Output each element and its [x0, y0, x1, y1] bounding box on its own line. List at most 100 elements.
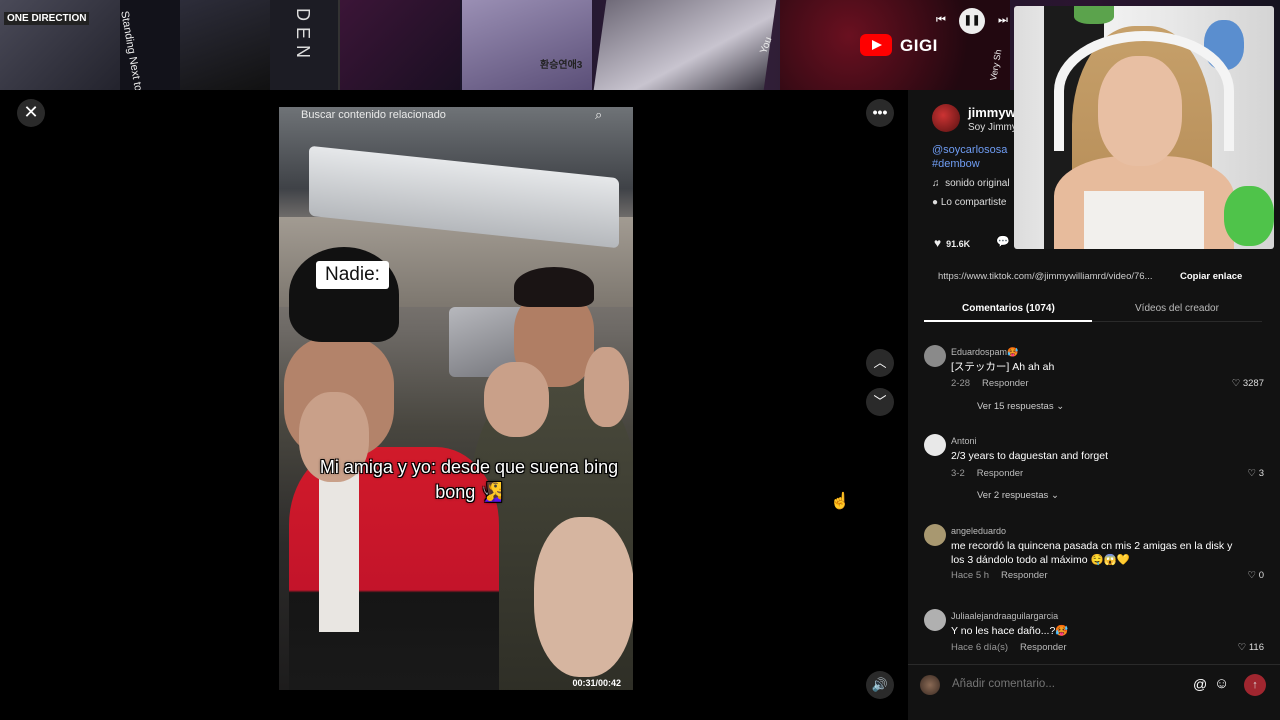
description-hashtag-link[interactable]: #dembow — [932, 158, 980, 170]
current-user-avatar — [920, 675, 940, 695]
hand — [484, 362, 549, 437]
previous-video-button[interactable]: ︿ — [866, 349, 894, 377]
webcam-top — [1084, 191, 1204, 249]
album-art-tile — [462, 0, 592, 90]
comment-meta: Hace 5 h Responder — [951, 570, 1048, 581]
description-mention-link[interactable]: @soycarlososa — [932, 144, 1007, 156]
pause-icon: ❚❚ — [959, 8, 985, 34]
comment-avatar[interactable] — [924, 345, 946, 367]
webcam-plant — [1074, 6, 1114, 24]
comment-username[interactable]: Juliaalejandraaguilargarcia — [951, 611, 1058, 621]
chevron-down-icon: ⌄ — [1050, 490, 1059, 501]
hair — [514, 267, 594, 307]
comment-avatar[interactable] — [924, 434, 946, 456]
music-row[interactable]: ♫ sonido original — [932, 178, 1010, 189]
author-subtitle: Soy Jimmy — [968, 122, 1017, 133]
streamer-webcam — [1014, 6, 1274, 249]
video-caption: Mi amiga y yo: desde que suena bing bong… — [319, 457, 619, 502]
at-icon[interactable]: @ — [1193, 676, 1207, 692]
comment-username[interactable]: Antoni — [951, 436, 977, 446]
author-avatar[interactable] — [932, 104, 960, 132]
mouse-cursor-icon: ☝ — [830, 493, 850, 510]
channel-name: GIGI — [900, 36, 938, 55]
view-replies-label: Ver 15 respuestas — [977, 401, 1054, 412]
close-button[interactable]: ✕ — [17, 99, 45, 127]
comment-username[interactable]: angeleduardo — [951, 526, 1006, 536]
send-button[interactable]: ↑ — [1244, 674, 1266, 696]
panel-tabs: Comentarios (1074) Vídeos del creador — [924, 300, 1262, 322]
comment-date: Hace 5 h — [951, 570, 990, 581]
next-video-button[interactable]: ﹀ — [866, 388, 894, 416]
emoji-icon[interactable]: ☺ — [1214, 675, 1229, 692]
author-name[interactable]: jimmyw — [968, 105, 1016, 120]
comment-like-count: 3 — [1258, 468, 1264, 479]
more-icon: ••• — [872, 104, 888, 120]
comment-like-count: 3287 — [1242, 378, 1264, 389]
comment-date: Hace 6 día(s) — [951, 642, 1009, 653]
album-art-tile — [340, 0, 460, 90]
comment-text: 2/3 years to daguestan and forget — [951, 450, 1109, 462]
like-button[interactable]: ♥ 91.6K — [934, 236, 970, 250]
banner-text: DEN — [293, 8, 313, 65]
banner-text: ONE DIRECTION — [4, 12, 90, 25]
comment-date: 3-2 — [951, 468, 965, 479]
chevron-down-icon: ﹀ — [873, 394, 887, 409]
search-icon[interactable]: ⌕ — [595, 107, 602, 123]
video-player[interactable]: Buscar contenido relacionado ⌕ Nadie: Mi… — [279, 107, 633, 690]
shared-avatar-icon: ● — [932, 197, 939, 208]
comment-username[interactable]: Eduardospam🥵 — [951, 347, 1018, 358]
comment-like-count: 116 — [1248, 642, 1264, 653]
tab-comments[interactable]: Comentarios (1074) — [962, 303, 1055, 314]
heart-icon: ♥ — [934, 236, 942, 250]
view-replies-button[interactable]: Ver 2 respuestas ⌄ — [977, 490, 1059, 501]
banner-text: 환승연애3 — [540, 60, 583, 71]
reply-button[interactable]: Responder — [977, 468, 1023, 479]
reply-button[interactable]: Responder — [1020, 642, 1066, 653]
comment-like-button[interactable]: ♡ 3 — [1248, 468, 1264, 479]
close-icon: ✕ — [23, 102, 39, 122]
album-art-tile — [593, 0, 777, 90]
view-replies-label: Ver 2 respuestas — [977, 490, 1049, 501]
hand — [584, 347, 629, 427]
webcam-plush — [1224, 186, 1274, 246]
volume-icon: 🔊 — [871, 677, 889, 692]
comment-meta: 3-2 Responder — [951, 468, 1023, 479]
heart-outline-icon: ♡ — [1247, 468, 1257, 479]
comment-avatar[interactable] — [924, 524, 946, 546]
comment-bar: @ ☺ ↑ — [908, 664, 1280, 708]
music-note-icon: ♫ — [932, 178, 940, 189]
chevron-down-icon: ⌄ — [1056, 401, 1065, 412]
comment-input[interactable] — [952, 678, 1182, 690]
copy-link-button[interactable]: Copiar enlace — [1180, 271, 1242, 282]
view-replies-button[interactable]: Ver 15 respuestas ⌄ — [977, 401, 1064, 412]
music-label: sonido original — [945, 178, 1010, 189]
comment-like-button[interactable]: ♡ 0 — [1248, 570, 1264, 581]
more-options-button[interactable]: ••• — [866, 99, 894, 127]
heart-outline-icon: ♡ — [1247, 570, 1257, 581]
comment-icon[interactable]: 💬 — [996, 235, 1010, 248]
heart-outline-icon: ♡ — [1231, 378, 1241, 389]
video-overlay-label: Nadie: — [316, 261, 389, 289]
comment-like-button[interactable]: ♡ 3287 — [1232, 378, 1264, 389]
next-track-icon: ⏭ — [998, 14, 1008, 26]
share-url: https://www.tiktok.com/@jimmywilliamrd/v… — [938, 271, 1153, 282]
comment-like-button[interactable]: ♡ 116 — [1238, 642, 1264, 653]
related-search-input[interactable]: Buscar contenido relacionado — [301, 107, 446, 122]
heart-outline-icon: ♡ — [1237, 642, 1247, 653]
volume-button[interactable]: 🔊 — [866, 671, 894, 699]
youtube-logo-icon — [860, 34, 892, 56]
shared-label: Lo compartiste — [940, 197, 1007, 208]
share-link-box: https://www.tiktok.com/@jimmywilliamrd/v… — [932, 266, 1262, 288]
comment-meta: 2-28 Responder — [951, 378, 1029, 389]
comment-meta: Hace 6 día(s) Responder — [951, 642, 1067, 653]
comment-text: me recordó la quincena pasada cn mis 2 a… — [951, 540, 1233, 566]
comment-text: [ステッカー] Ah ah ah — [951, 361, 1055, 373]
shared-row: ● Lo compartiste — [932, 197, 1006, 208]
reply-button[interactable]: Responder — [982, 378, 1028, 389]
hand — [534, 517, 633, 677]
comment-avatar[interactable] — [924, 609, 946, 631]
chevron-up-icon: ︿ — [873, 355, 887, 370]
comment-like-count: 0 — [1258, 570, 1264, 581]
reply-button[interactable]: Responder — [1001, 570, 1047, 581]
tab-creator-videos[interactable]: Vídeos del creador — [1135, 303, 1219, 314]
